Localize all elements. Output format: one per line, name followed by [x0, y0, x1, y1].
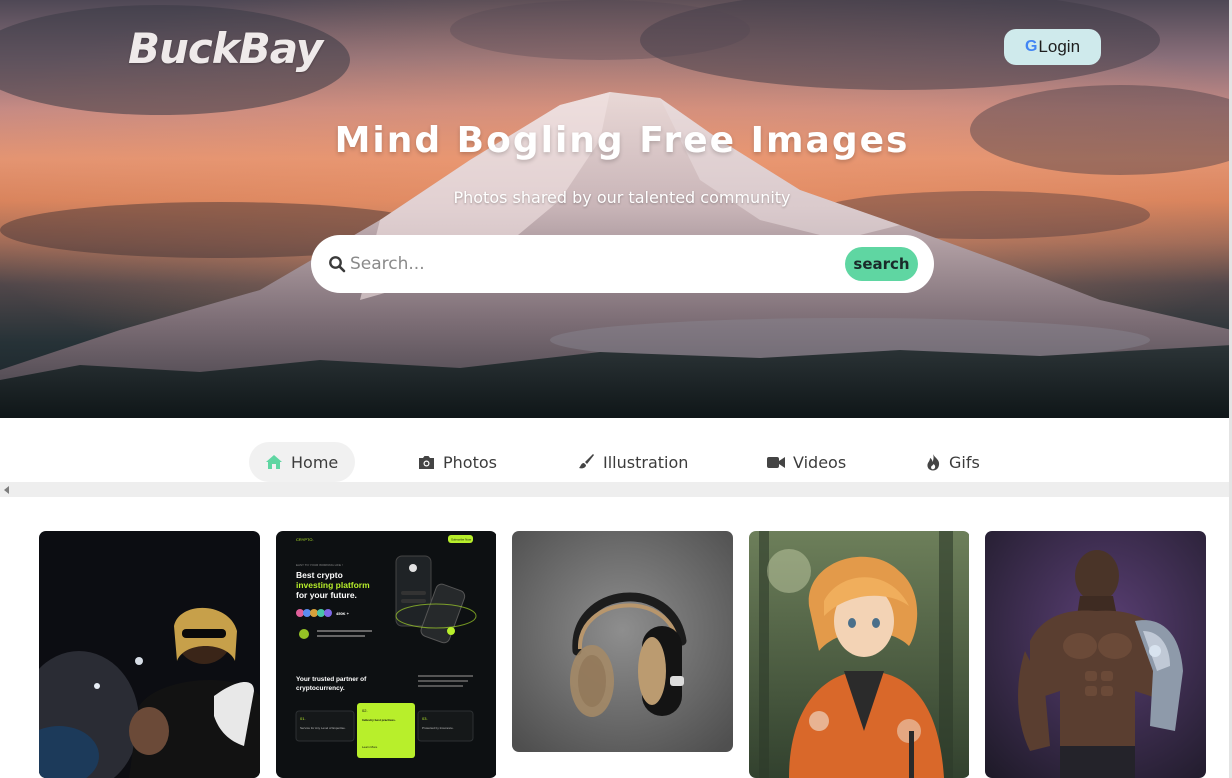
anime-illustration [749, 531, 969, 778]
crypto-brand: CRYPTO. [296, 537, 314, 542]
crypto-box1-num: 01. [300, 716, 306, 721]
crypto-box2-text: Industry best practices. [362, 718, 396, 722]
crypto-section-title-2: cryptocurrency. [296, 685, 345, 692]
search-bar: search [311, 235, 934, 293]
fire-icon [927, 453, 940, 470]
concert-photo [39, 531, 260, 778]
crypto-box1-text: Service for Any Level of Expertise. [300, 726, 346, 730]
hero-subtitle: Photos shared by our talented community [453, 188, 791, 207]
category-nav: Home Photos Illustration Videos Gifs [0, 418, 1232, 482]
crypto-box3-num: 03. [422, 716, 428, 721]
crypto-eyebrow: EASY TO YOUR WORKING LIFE ! [296, 563, 343, 567]
nav-item-home[interactable]: Home [249, 442, 355, 482]
crypto-website-image: CRYPTO. Subscribe Now EASY TO YOUR WORKI… [276, 531, 496, 778]
google-g-icon: G [1024, 38, 1038, 55]
gallery-card-concert[interactable] [39, 531, 260, 778]
magnifier-icon [329, 256, 346, 273]
crypto-box3-text: Protected by Insurance. [422, 726, 454, 730]
crypto-headline-1: Best crypto [296, 570, 343, 580]
nav-item-label: Illustration [603, 452, 689, 472]
logo[interactable]: BuckBay [128, 24, 323, 73]
headphones-photo [512, 531, 733, 752]
nav-item-illustration[interactable]: Illustration [578, 442, 688, 482]
crypto-section-title-1: Your trusted partner of [296, 676, 367, 683]
nav-item-label: Gifs [949, 452, 980, 472]
hero-title: Mind Bogling Free Images [334, 120, 910, 161]
scroll-left-arrow-icon[interactable] [4, 486, 9, 494]
search-input[interactable] [350, 249, 840, 279]
nav-item-label: Photos [443, 452, 497, 472]
nav-item-gifs[interactable]: Gifs [926, 442, 980, 482]
hero-banner: BuckBay G Login Mind Bogling Free Images… [0, 0, 1232, 418]
horizontal-scrollbar[interactable] [0, 482, 1232, 497]
search-button[interactable]: search [845, 247, 918, 281]
crypto-headline-3: for your future. [296, 590, 357, 600]
home-icon [266, 455, 282, 469]
crypto-box2-link: Learn More [362, 745, 378, 749]
crypto-stat: 450K + [336, 611, 350, 616]
gallery-card-anime[interactable] [749, 531, 970, 778]
gallery-card-cyborg[interactable] [985, 531, 1206, 778]
crypto-headline-2: investing platform [296, 580, 370, 590]
cyborg-illustration [985, 531, 1206, 778]
paintbrush-icon [579, 454, 594, 469]
gallery-card-crypto[interactable]: CRYPTO. Subscribe Now EASY TO YOUR WORKI… [276, 531, 497, 778]
crypto-cta: Subscribe Now [451, 538, 472, 542]
gallery-card-headphones[interactable] [512, 531, 733, 752]
nav-item-videos[interactable]: Videos [767, 442, 846, 482]
nav-item-label: Home [291, 452, 339, 472]
video-camera-icon [767, 456, 785, 468]
nav-item-label: Videos [793, 452, 847, 472]
crypto-box2-num: 02. [362, 708, 368, 713]
nav-item-photos[interactable]: Photos [418, 442, 497, 482]
login-label: Login [1038, 37, 1081, 56]
login-button[interactable]: G Login [1004, 29, 1101, 65]
camera-icon [419, 455, 434, 469]
